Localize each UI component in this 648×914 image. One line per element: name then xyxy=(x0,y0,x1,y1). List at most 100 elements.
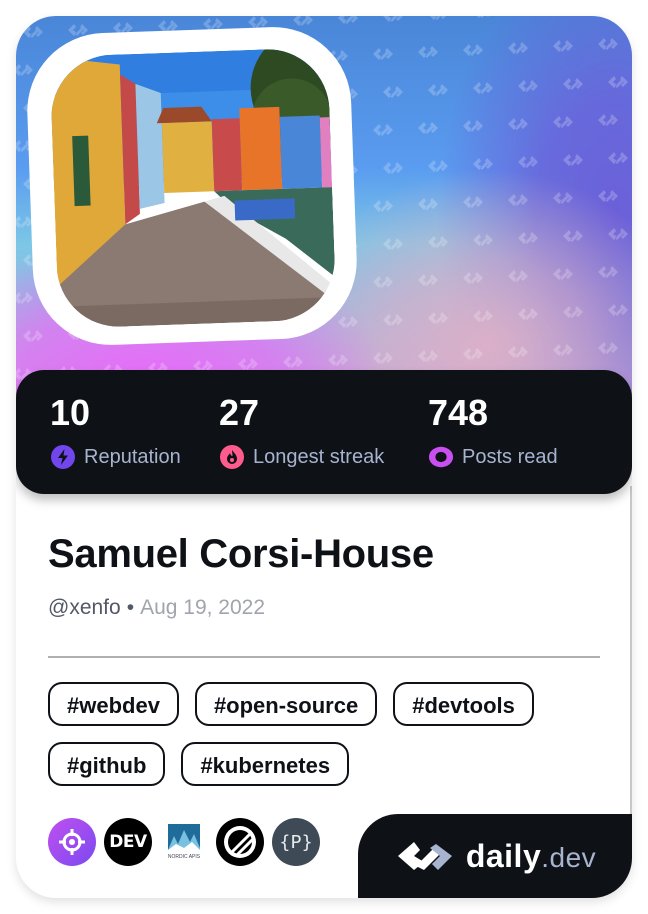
pattern-logo-icon xyxy=(418,46,438,58)
pattern-logo-icon xyxy=(473,310,493,322)
tag[interactable]: #kubernetes xyxy=(181,742,350,786)
devcard: 10 Reputation 27 Longest streak 748 Post… xyxy=(16,16,632,898)
pattern-logo-icon xyxy=(518,156,538,168)
daily-dev-brand: daily.dev xyxy=(358,814,632,898)
pattern-logo-icon xyxy=(518,232,538,244)
pattern-logo-icon xyxy=(477,16,489,18)
pattern-logo-icon xyxy=(23,26,43,38)
avatar-frame xyxy=(24,24,360,348)
pattern-logo-icon xyxy=(598,114,618,126)
pattern-logo-icon xyxy=(383,86,403,98)
pattern-logo-icon xyxy=(473,234,493,246)
tag[interactable]: #devtools xyxy=(393,682,534,726)
joined-date: Aug 19, 2022 xyxy=(140,596,266,619)
stat-label: Posts read xyxy=(462,446,558,468)
pattern-logo-icon xyxy=(373,124,393,136)
divider xyxy=(48,656,600,658)
flame-icon xyxy=(219,444,245,470)
tag-list: #webdev #open-source #devtools #github #… xyxy=(48,682,608,786)
pattern-logo-icon xyxy=(508,270,528,282)
stat-label: Reputation xyxy=(84,446,181,468)
pattern-logo-icon xyxy=(428,312,448,324)
pattern-logo-icon xyxy=(428,84,448,96)
stat-posts-read: 748 Posts read xyxy=(428,392,558,470)
pattern-logo-icon xyxy=(418,198,438,210)
pattern-logo-icon xyxy=(428,236,448,248)
pattern-logo-icon xyxy=(383,238,403,250)
pattern-logo-icon xyxy=(553,40,573,52)
pattern-logo-icon xyxy=(463,196,483,208)
pattern-logo-icon xyxy=(463,120,483,132)
pattern-logo-icon xyxy=(563,230,583,242)
pattern-logo-icon xyxy=(23,330,43,342)
pattern-logo-icon xyxy=(463,44,483,56)
pattern-logo-icon xyxy=(553,116,573,128)
pattern-logo-icon xyxy=(518,80,538,92)
stat-longest-streak: 27 Longest streak xyxy=(219,392,384,470)
pattern-logo-icon xyxy=(338,16,358,24)
source-list: DEV NORDIC APIS {P} xyxy=(48,818,320,866)
pattern-logo-icon xyxy=(16,292,33,304)
pattern-logo-icon xyxy=(563,306,583,318)
pattern-logo-icon xyxy=(373,48,393,60)
pattern-logo-icon xyxy=(418,274,438,286)
p-braces-label: {P} xyxy=(279,831,313,853)
pattern-logo-icon xyxy=(508,346,528,358)
separator: • xyxy=(126,596,135,619)
slashed-circle-source-icon[interactable] xyxy=(216,818,264,866)
username: @xenfo xyxy=(48,596,121,619)
p-braces-source-icon[interactable]: {P} xyxy=(272,818,320,866)
pattern-logo-icon xyxy=(248,16,268,28)
pattern-logo-icon xyxy=(373,200,393,212)
pattern-logo-icon xyxy=(16,64,33,76)
pattern-logo-icon xyxy=(463,348,483,360)
profile-meta: @xenfo • Aug 19, 2022 xyxy=(48,596,265,620)
pattern-logo-icon xyxy=(473,158,493,170)
pattern-logo-icon xyxy=(608,152,628,164)
brand-name: daily.dev xyxy=(466,838,596,875)
nordic-apis-source-icon[interactable]: NORDIC APIS xyxy=(160,818,208,866)
pattern-logo-icon xyxy=(553,192,573,204)
pattern-logo-icon xyxy=(598,190,618,202)
dev-to-source-icon[interactable]: DEV xyxy=(104,818,152,866)
pattern-logo-icon xyxy=(508,42,528,54)
stats-bar: 10 Reputation 27 Longest streak 748 Post… xyxy=(16,370,632,494)
pattern-logo-icon xyxy=(283,356,303,368)
pattern-logo-icon xyxy=(598,38,618,50)
stat-value: 27 xyxy=(219,392,260,433)
pattern-logo-icon xyxy=(508,118,528,130)
pattern-logo-icon xyxy=(598,266,618,278)
pattern-logo-icon xyxy=(428,160,448,172)
pattern-logo-icon xyxy=(418,350,438,362)
pattern-logo-icon xyxy=(518,308,538,320)
pattern-logo-icon xyxy=(383,16,403,22)
crosshair-source-icon[interactable] xyxy=(48,818,96,866)
pattern-logo-icon xyxy=(338,316,358,328)
dev-label: DEV xyxy=(109,832,147,852)
pattern-logo-icon xyxy=(418,122,438,134)
cover-background xyxy=(16,16,632,396)
stat-reputation: 10 Reputation xyxy=(50,392,181,470)
tag[interactable]: #open-source xyxy=(194,682,378,726)
stat-value: 748 xyxy=(428,392,489,433)
avatar xyxy=(49,47,337,329)
pattern-logo-icon xyxy=(508,194,528,206)
svg-text:NORDIC APIS: NORDIC APIS xyxy=(168,854,201,860)
pattern-logo-icon xyxy=(430,16,446,20)
pattern-logo-icon xyxy=(328,354,348,366)
pattern-logo-icon xyxy=(373,276,393,288)
pattern-logo-icon xyxy=(598,342,618,354)
stat-label: Longest streak xyxy=(253,446,385,468)
pattern-logo-icon xyxy=(293,16,313,26)
pattern-logo-icon xyxy=(238,358,258,370)
tag[interactable]: #webdev xyxy=(48,682,179,726)
brand-tld: .dev xyxy=(541,841,597,873)
pattern-logo-icon xyxy=(473,82,493,94)
pattern-logo-icon xyxy=(383,314,403,326)
profile-name: Samuel Corsi-House xyxy=(48,532,434,576)
pattern-logo-icon xyxy=(608,304,628,316)
tag[interactable]: #github xyxy=(48,742,166,786)
pattern-logo-icon xyxy=(373,352,393,364)
card-border xyxy=(630,486,632,826)
pattern-logo-icon xyxy=(563,78,583,90)
